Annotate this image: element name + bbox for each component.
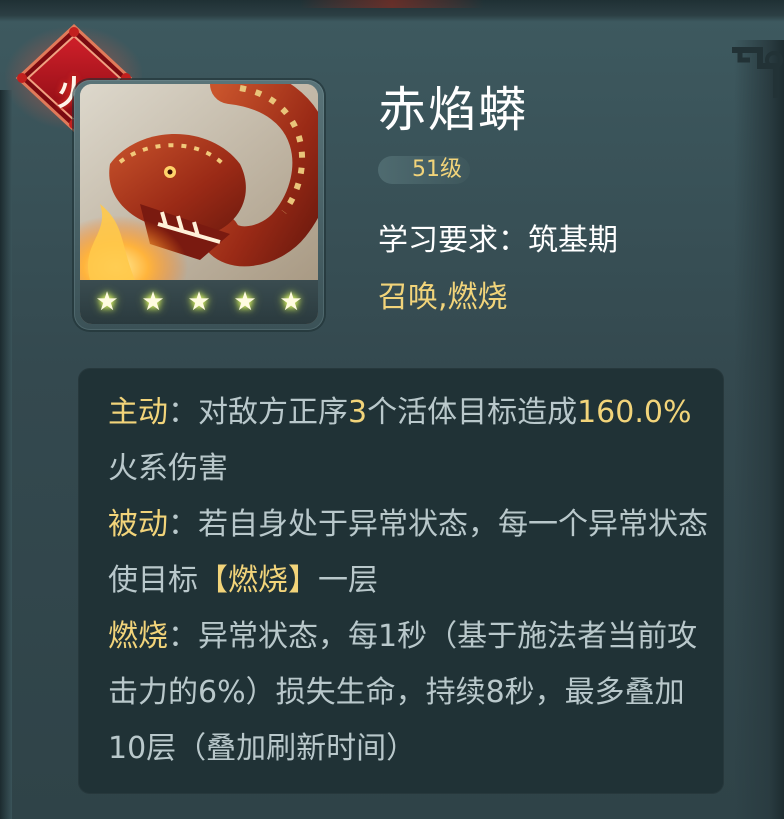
fire-serpent-portrait (80, 84, 318, 280)
star-icon: ★ (233, 287, 257, 317)
passive-effect: 【燃烧】 (198, 563, 318, 598)
star-icon: ★ (279, 287, 303, 317)
panel-right-border (734, 40, 784, 819)
corner-ornament-icon (732, 47, 783, 98)
star-icon: ★ (95, 287, 119, 317)
active-text-1: 对敌方正序 (198, 395, 348, 430)
star-rating: ★ ★ ★ ★ ★ (80, 280, 318, 324)
active-target-count: 3 (348, 395, 368, 430)
star-icon: ★ (141, 287, 165, 317)
passive-separator: ： (168, 507, 198, 542)
skill-level: 51级 (412, 157, 462, 182)
passive-label: 被动 (108, 507, 168, 542)
star-icon: ★ (187, 287, 211, 317)
active-text-2: 个活体目标造成 (367, 395, 578, 430)
panel-left-border (0, 90, 12, 819)
skill-tags: 召唤,燃烧 (378, 280, 508, 315)
active-text-3: 火系伤害 (108, 451, 228, 486)
burn-label: 燃烧 (108, 619, 168, 654)
active-damage-value: 160.0% (577, 395, 692, 430)
learning-requirement: 学习要求：筑基期 (378, 223, 618, 258)
skill-title: 赤焰蟒 (378, 82, 529, 138)
passive-text-2: 一层 (318, 563, 378, 598)
skill-portrait: ★ ★ ★ ★ ★ (80, 84, 318, 324)
burn-separator: ： (168, 619, 198, 654)
top-ornament (300, 0, 484, 8)
active-label: 主动 (108, 395, 168, 430)
skill-description: 主动：对敌方正序3个活体目标造成160.0%火系伤害 被动：若自身处于异常状态，每… (108, 385, 708, 777)
active-separator: ： (168, 395, 198, 430)
